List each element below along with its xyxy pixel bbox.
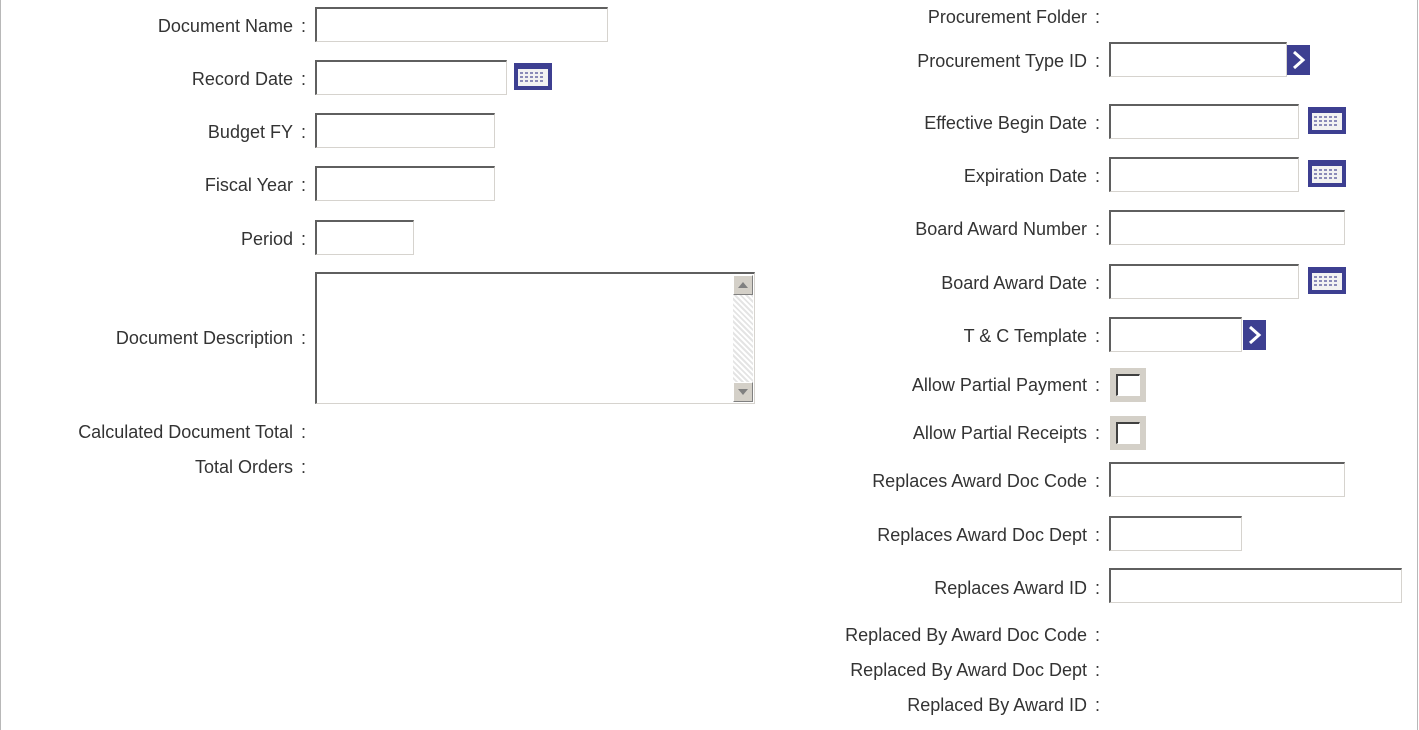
allow-partial-payment-label: Allow Partial Payment: xyxy=(911,375,1100,395)
right-frame-border xyxy=(1417,0,1418,730)
board-award-number-label: Board Award Number: xyxy=(915,219,1100,239)
calendar-icon xyxy=(1308,267,1346,294)
expiration-date-input[interactable] xyxy=(1109,157,1299,192)
replaced-by-award-doc-code-label: Replaced By Award Doc Code: xyxy=(845,625,1100,645)
replaces-award-id-input[interactable] xyxy=(1109,568,1402,603)
effective-begin-date-label: Effective Begin Date: xyxy=(924,113,1100,133)
calendar-icon xyxy=(1308,160,1346,187)
allow-partial-receipts-label: Allow Partial Receipts: xyxy=(912,423,1100,443)
replaces-award-doc-dept-label: Replaces Award Doc Dept: xyxy=(877,525,1100,545)
tc-template-label: T & C Template: xyxy=(963,326,1100,346)
tc-template-input[interactable] xyxy=(1109,317,1242,352)
replaces-award-doc-dept-input[interactable] xyxy=(1109,516,1242,551)
allow-partial-payment-checkbox[interactable] xyxy=(1110,368,1146,402)
replaces-award-id-label: Replaces Award ID: xyxy=(934,578,1100,598)
calendar-icon xyxy=(1308,107,1346,134)
expiration-date-label: Expiration Date: xyxy=(963,166,1100,186)
replaces-award-doc-code-input[interactable] xyxy=(1109,462,1345,497)
board-award-date-input[interactable] xyxy=(1109,264,1299,299)
procurement-folder-label: Procurement Folder: xyxy=(927,7,1100,27)
checkbox-box xyxy=(1116,374,1140,396)
board-award-date-calendar-button[interactable] xyxy=(1308,267,1346,294)
chevron-right-icon xyxy=(1243,320,1266,350)
replaced-by-award-doc-dept-label: Replaced By Award Doc Dept: xyxy=(850,660,1100,680)
procurement-type-id-picklist-button[interactable] xyxy=(1287,45,1310,75)
procurement-type-id-label: Procurement Type ID: xyxy=(917,51,1100,71)
replaced-by-award-id-label: Replaced By Award ID: xyxy=(907,695,1100,715)
checkbox-box xyxy=(1116,422,1140,444)
left-frame-border xyxy=(0,0,1,730)
effective-begin-date-calendar-button[interactable] xyxy=(1308,107,1346,134)
tc-template-picklist-button[interactable] xyxy=(1243,320,1266,350)
board-award-number-input[interactable] xyxy=(1109,210,1345,245)
chevron-right-icon xyxy=(1287,45,1310,75)
effective-begin-date-input[interactable] xyxy=(1109,104,1299,139)
board-award-date-label: Board Award Date: xyxy=(941,273,1100,293)
procurement-type-id-input[interactable] xyxy=(1109,42,1287,77)
replaces-award-doc-code-label: Replaces Award Doc Code: xyxy=(872,471,1100,491)
expiration-date-calendar-button[interactable] xyxy=(1308,160,1346,187)
allow-partial-receipts-checkbox[interactable] xyxy=(1110,416,1146,450)
